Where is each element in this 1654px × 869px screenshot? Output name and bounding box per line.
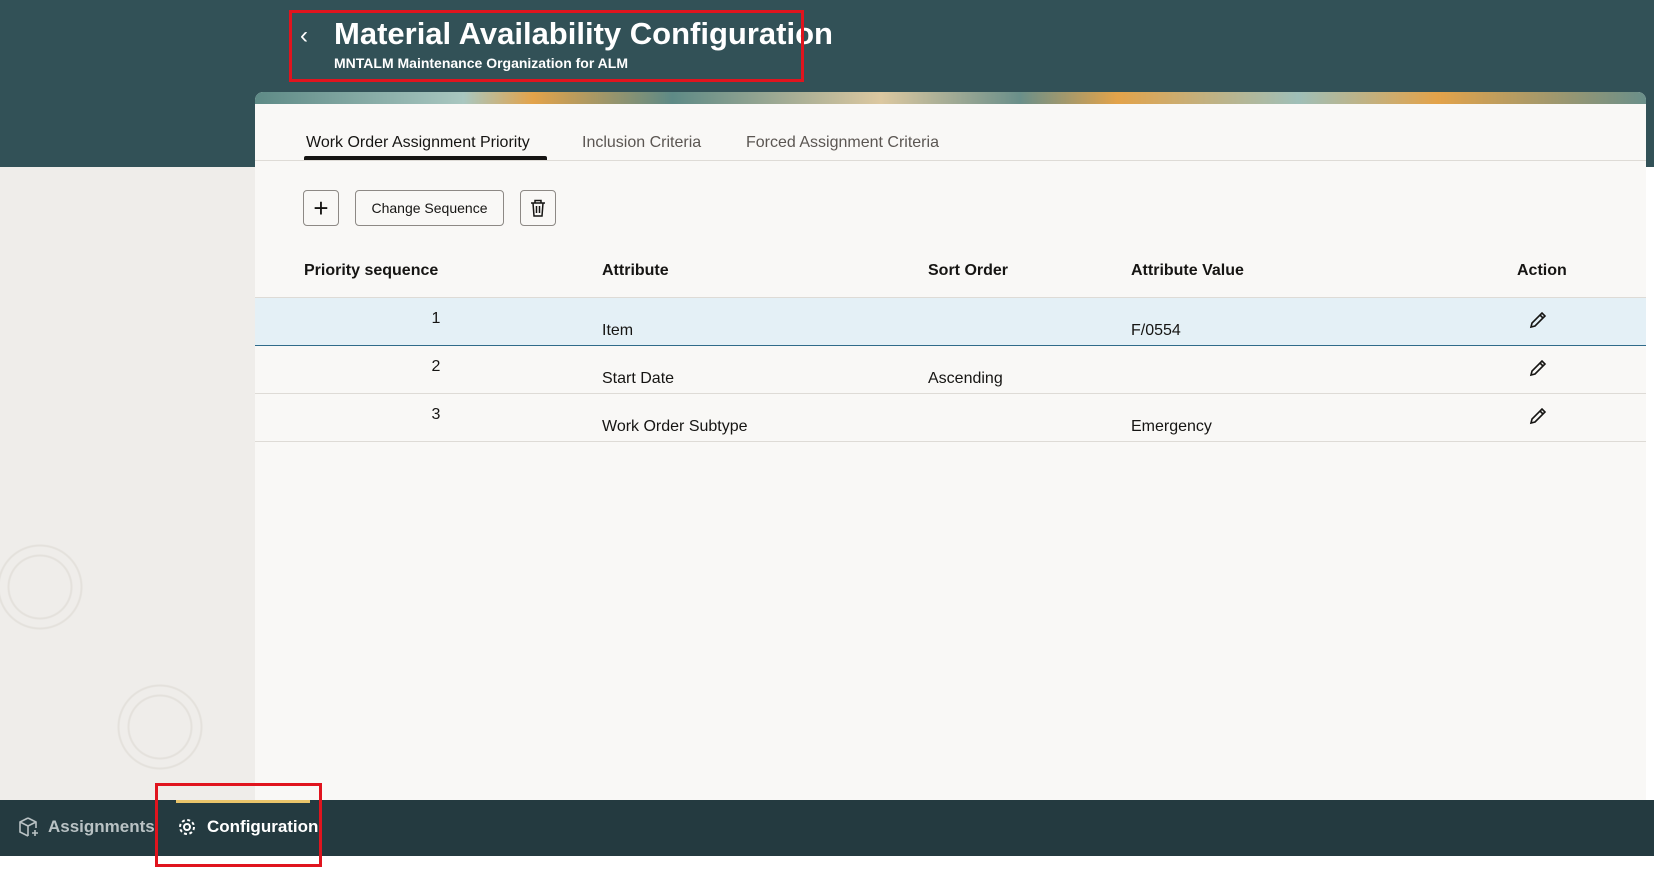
attribute-value: F/0554 xyxy=(1131,322,1181,339)
table-row[interactable]: 2 Start Date Ascending xyxy=(255,346,1646,394)
priority-sequence: 3 xyxy=(431,406,441,423)
table-row[interactable]: 1 Item F/0554 xyxy=(255,298,1646,346)
card-banner xyxy=(255,92,1646,104)
column-header-attribute[interactable]: Attribute xyxy=(602,262,669,280)
nav-item-assignments[interactable]: Assignments xyxy=(17,816,155,838)
trash-icon xyxy=(531,199,545,217)
tab-inclusion-criteria[interactable]: Inclusion Criteria xyxy=(582,134,701,152)
column-header-sort-order[interactable]: Sort Order xyxy=(928,262,1008,280)
highlight-box-configuration xyxy=(155,783,322,867)
attribute: Item xyxy=(602,322,634,339)
delete-button[interactable] xyxy=(520,190,556,226)
attribute: Start Date xyxy=(602,370,675,387)
tab-bar: Work Order Assignment Priority Inclusion… xyxy=(255,104,1646,161)
attribute-value: Emergency xyxy=(1131,418,1212,435)
content-card: Work Order Assignment Priority Inclusion… xyxy=(255,92,1646,800)
highlight-box-title xyxy=(289,10,804,82)
column-header-action: Action xyxy=(1517,262,1567,279)
edit-pencil-icon[interactable] xyxy=(1528,310,1548,330)
tab-work-order-assignment-priority[interactable]: Work Order Assignment Priority xyxy=(306,134,530,152)
tab-forced-assignment-criteria[interactable]: Forced Assignment Criteria xyxy=(746,134,939,152)
add-button[interactable]: + xyxy=(303,190,339,226)
priority-sequence: 2 xyxy=(431,358,441,375)
active-tab-indicator xyxy=(304,156,547,160)
box-plus-icon xyxy=(19,817,38,837)
attribute: Work Order Subtype xyxy=(602,418,748,435)
change-sequence-button[interactable]: Change Sequence xyxy=(355,190,504,226)
table-row[interactable]: 3 Work Order Subtype Emergency xyxy=(255,394,1646,442)
background-pattern xyxy=(0,167,256,800)
plus-icon: + xyxy=(313,192,329,223)
edit-pencil-icon[interactable] xyxy=(1528,358,1548,378)
edit-pencil-icon[interactable] xyxy=(1528,406,1548,426)
sort-order: Ascending xyxy=(928,370,1003,387)
column-header-priority-sequence[interactable]: Priority sequence xyxy=(304,262,438,280)
priority-sequence: 1 xyxy=(431,310,441,327)
column-header-attribute-value[interactable]: Attribute Value xyxy=(1131,262,1244,280)
nav-label: Assignments xyxy=(48,817,155,836)
